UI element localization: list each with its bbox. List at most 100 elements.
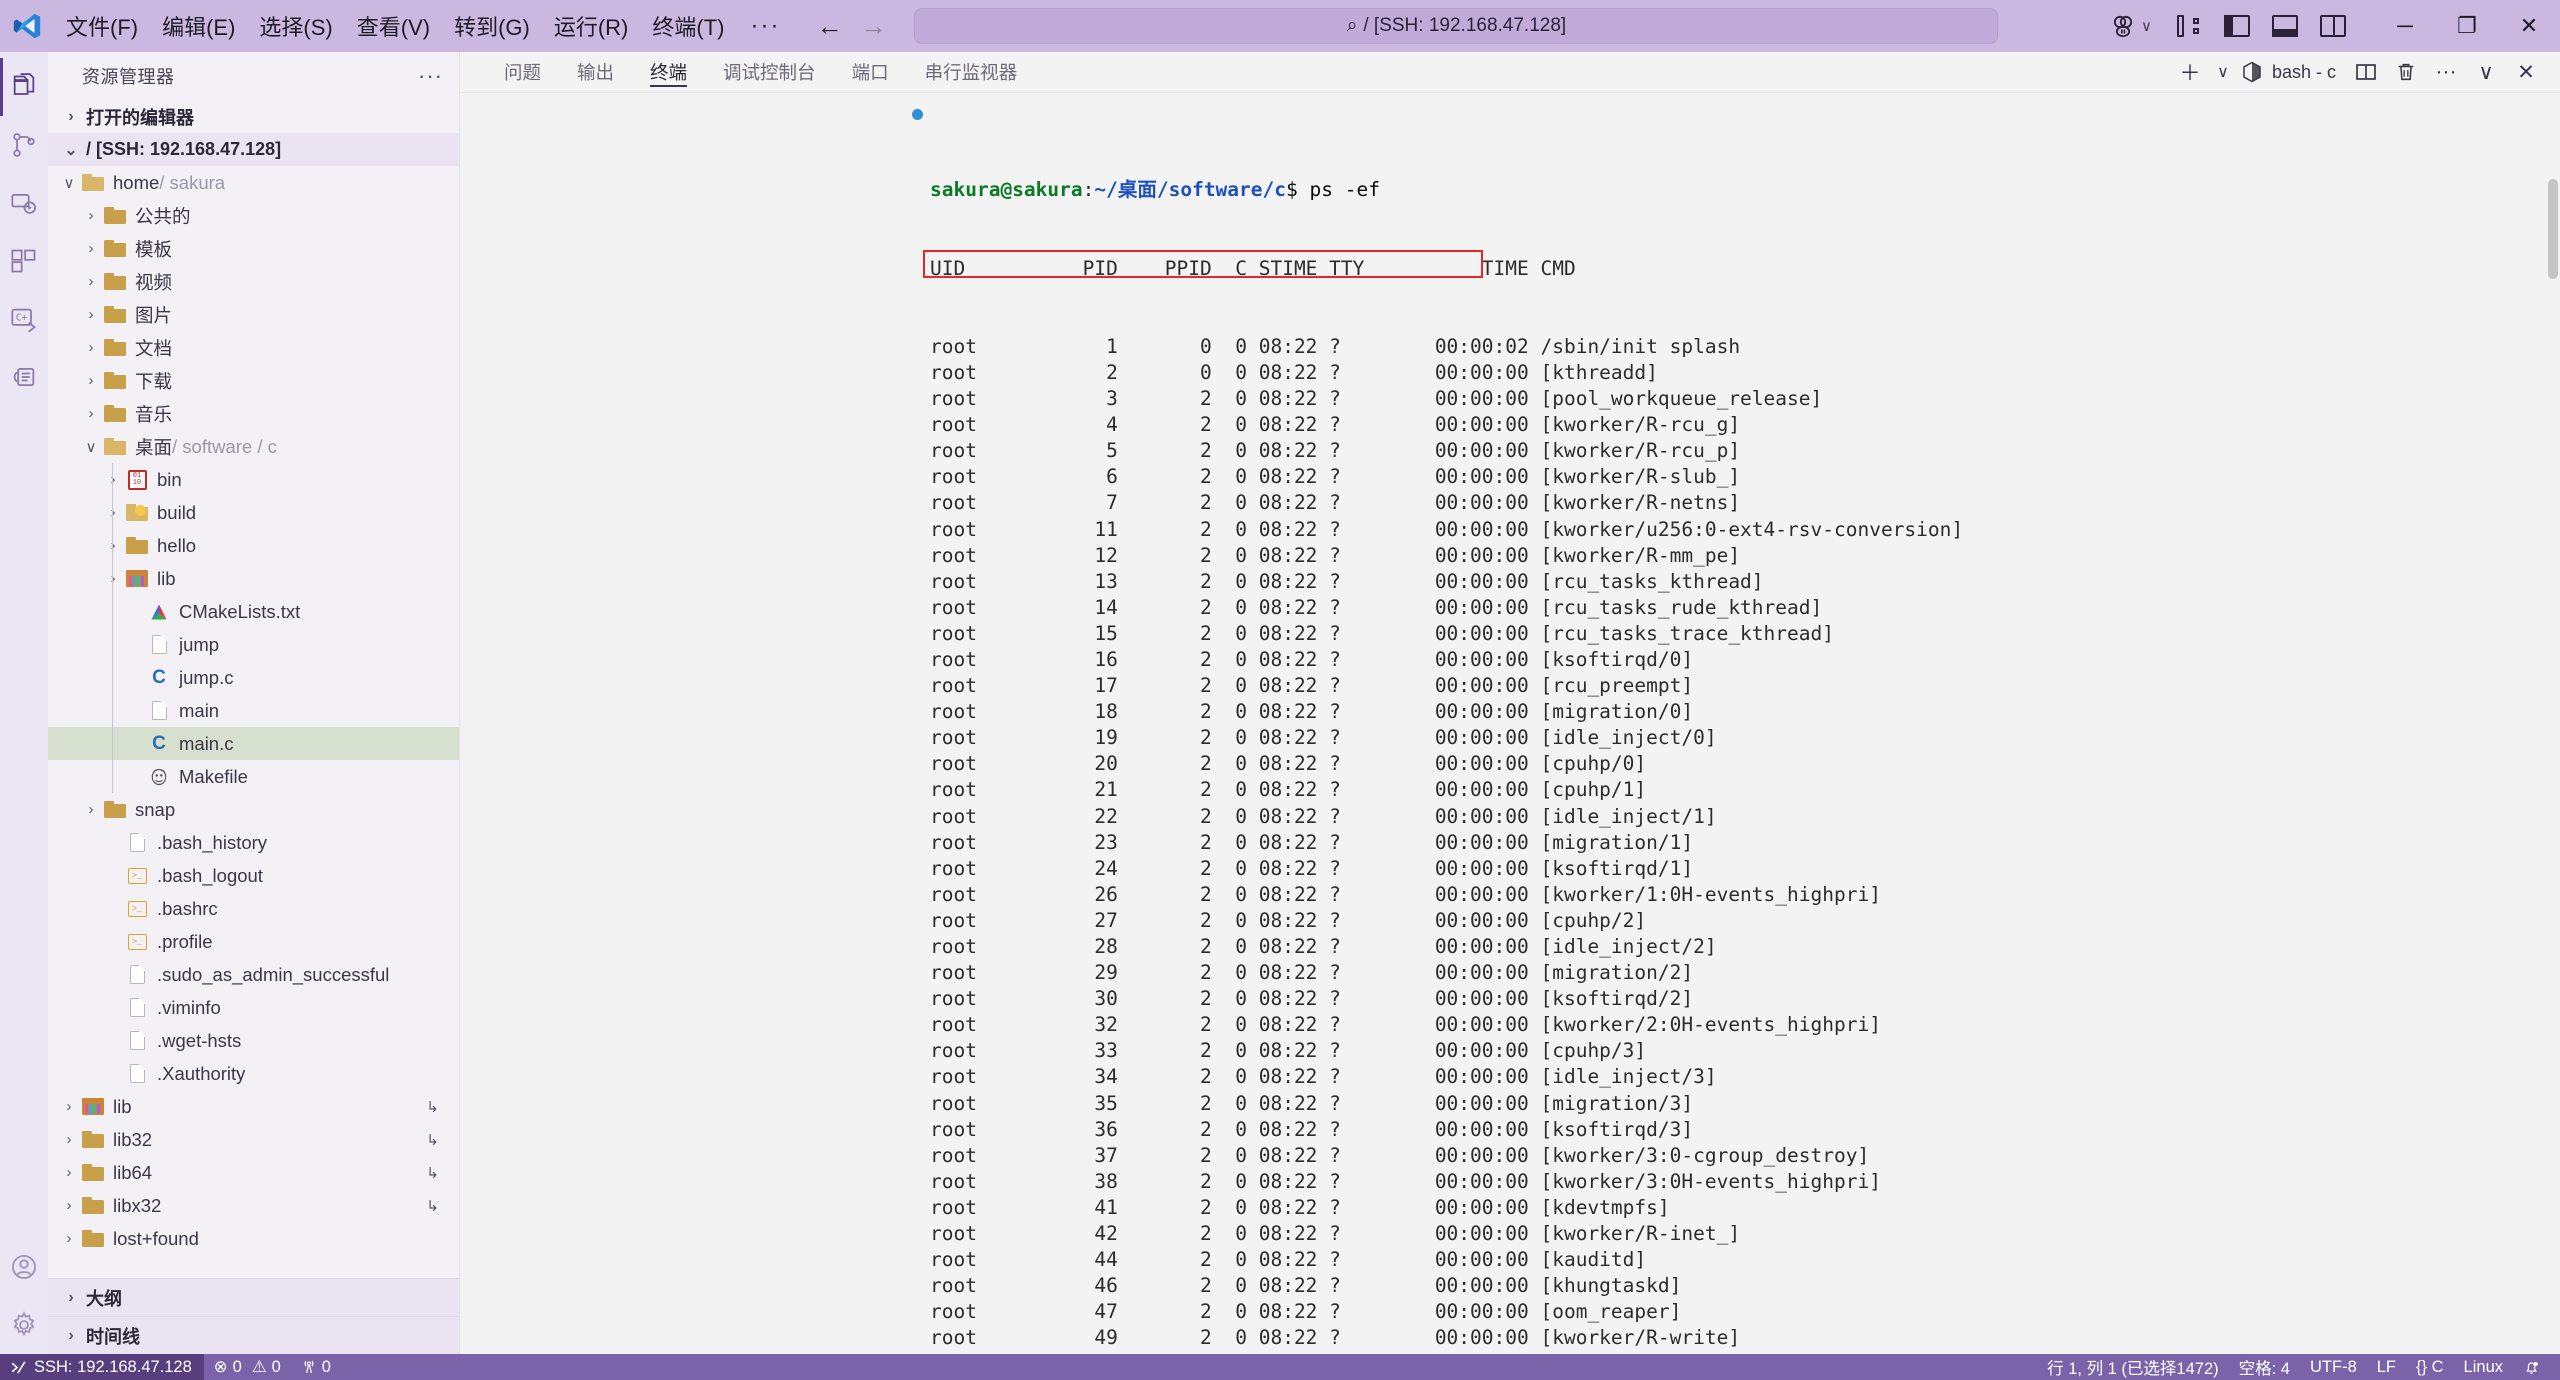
chevron-right-icon[interactable]: › <box>80 306 102 323</box>
chevron-right-icon[interactable]: › <box>102 537 124 554</box>
go-back-icon[interactable]: ← <box>810 7 848 45</box>
chevron-right-icon[interactable]: › <box>102 504 124 521</box>
statusbar-platform[interactable]: Linux <box>2454 1354 2513 1380</box>
chevron-right-icon[interactable]: › <box>58 1131 80 1148</box>
panel-tab-debug-console[interactable]: 调试控制台 <box>705 52 834 92</box>
activitybar-explorer[interactable] <box>0 58 48 116</box>
tree-item-makefile[interactable]: Makefile <box>48 760 459 793</box>
chevron-right-icon[interactable]: › <box>102 471 124 488</box>
kill-terminal-button[interactable] <box>2386 52 2426 92</box>
tree-item-bashrc[interactable]: >_ .bashrc <box>48 892 459 925</box>
statusbar-radio-tower[interactable]: 0 <box>291 1354 341 1380</box>
panel-tab-ports[interactable]: 端口 <box>834 52 907 92</box>
chevron-down-icon[interactable]: ∨ <box>80 438 102 456</box>
chevron-right-icon[interactable]: › <box>80 273 102 290</box>
activitybar-cpp-tools[interactable]: C+ <box>0 290 48 348</box>
tree-item-wget-hsts[interactable]: .wget-hsts <box>48 1024 459 1057</box>
statusbar-remote-indicator[interactable]: SSH: 192.168.47.128 <box>0 1354 204 1380</box>
tree-item-libx32[interactable]: › libx32 ↳ <box>48 1189 459 1222</box>
tree-item-lib-inner[interactable]: › lib <box>48 562 459 595</box>
statusbar-language-mode[interactable]: {} C <box>2406 1354 2454 1380</box>
tree-item-jump-c[interactable]: Cjump.c <box>48 661 459 694</box>
tree-item-public[interactable]: › 公共的 <box>48 199 459 232</box>
panel-tab-serial-monitor[interactable]: 串行监视器 <box>907 52 1036 92</box>
activitybar-extensions[interactable] <box>0 232 48 290</box>
terminal-scrollbar-thumb[interactable] <box>2548 179 2558 279</box>
tree-item-bash-history[interactable]: .bash_history <box>48 826 459 859</box>
tree-item-desktop-software-c[interactable]: ∨ 桌面 / software / c <box>48 430 459 463</box>
toggle-primary-sidebar-icon[interactable] <box>2224 15 2250 37</box>
tree-item-jump[interactable]: jump <box>48 628 459 661</box>
chevron-right-icon[interactable]: › <box>80 207 102 224</box>
tree-item-pictures[interactable]: › 图片 <box>48 298 459 331</box>
statusbar-eol[interactable]: LF <box>2367 1354 2406 1380</box>
toggle-secondary-sidebar-icon[interactable] <box>2320 15 2346 37</box>
minimize-button[interactable]: ─ <box>2374 0 2436 52</box>
panel-more-actions-button[interactable]: ··· <box>2426 52 2466 92</box>
menu-edit[interactable]: 编辑(E) <box>150 0 247 52</box>
sidebar-section-outline[interactable]: › 大纲 <box>48 1278 459 1316</box>
sidebar-section-timeline[interactable]: › 时间线 <box>48 1316 459 1354</box>
statusbar-notifications[interactable] <box>2513 1354 2550 1380</box>
activitybar-run-debug[interactable] <box>0 174 48 232</box>
panel-tab-output[interactable]: 输出 <box>559 52 632 92</box>
tree-item-main-c[interactable]: Cmain.c <box>48 727 459 760</box>
chevron-right-icon[interactable]: › <box>58 1164 80 1181</box>
chevron-down-icon[interactable]: ∨ <box>58 174 80 192</box>
split-terminal-button[interactable] <box>2346 52 2386 92</box>
activitybar-settings[interactable] <box>0 1296 48 1354</box>
chevron-right-icon[interactable]: › <box>58 1098 80 1115</box>
chevron-right-icon[interactable]: › <box>80 405 102 422</box>
terminal-output[interactable]: sakura@sakura:~/桌面/software/c$ ps -ef UI… <box>460 93 2560 1354</box>
activitybar-accounts[interactable] <box>0 1238 48 1296</box>
tree-item-hello[interactable]: › hello <box>48 529 459 562</box>
new-terminal-button[interactable]: ＋ <box>2170 52 2210 92</box>
new-terminal-dropdown-icon[interactable]: ∨ <box>2210 52 2236 92</box>
panel-tab-problems[interactable]: 问题 <box>486 52 559 92</box>
sidebar-section-open-editors[interactable]: › 打开的编辑器 <box>48 100 459 133</box>
tree-item-home-sakura[interactable]: ∨ home / sakura <box>48 166 459 199</box>
tree-item-templates[interactable]: › 模板 <box>48 232 459 265</box>
chevron-right-icon[interactable]: › <box>58 1197 80 1214</box>
tree-item-lib32[interactable]: › lib32 ↳ <box>48 1123 459 1156</box>
tree-item-main[interactable]: main <box>48 694 459 727</box>
menu-file[interactable]: 文件(F) <box>54 0 150 52</box>
go-forward-icon[interactable]: → <box>854 7 892 45</box>
customize-layout-icon[interactable] <box>2176 15 2202 37</box>
tree-item-lib64[interactable]: › lib64 ↳ <box>48 1156 459 1189</box>
chevron-right-icon[interactable]: › <box>80 372 102 389</box>
terminal-tab-bash[interactable]: bash - c <box>2236 60 2346 84</box>
chevron-right-icon[interactable]: › <box>58 1230 80 1247</box>
panel-tab-terminal[interactable]: 终端 <box>632 52 705 92</box>
chevron-right-icon[interactable]: › <box>80 240 102 257</box>
panel-collapse-button[interactable]: ∨ <box>2466 52 2506 92</box>
tree-item-documents[interactable]: › 文档 <box>48 331 459 364</box>
remote-window-button[interactable]: ∨ <box>2111 14 2152 38</box>
tree-item-sudo-as-admin[interactable]: .sudo_as_admin_successful <box>48 958 459 991</box>
menu-more-button[interactable]: ··· <box>736 0 794 52</box>
tree-item-videos[interactable]: › 视频 <box>48 265 459 298</box>
command-center[interactable]: ⌕ / [SSH: 192.168.47.128] <box>914 8 1999 44</box>
sidebar-more-actions-button[interactable]: ··· <box>418 63 443 89</box>
sidebar-section-workspace[interactable]: ⌄ / [SSH: 192.168.47.128] <box>48 133 459 166</box>
chevron-right-icon[interactable]: › <box>80 339 102 356</box>
tree-item-profile[interactable]: >_ .profile <box>48 925 459 958</box>
tree-item-snap[interactable]: › snap <box>48 793 459 826</box>
menu-run[interactable]: 运行(R) <box>542 0 641 52</box>
chevron-right-icon[interactable]: › <box>102 570 124 587</box>
tree-item-bash-logout[interactable]: >_ .bash_logout <box>48 859 459 892</box>
statusbar-encoding[interactable]: UTF-8 <box>2300 1354 2367 1380</box>
maximize-button[interactable]: ❐ <box>2436 0 2498 52</box>
tree-item-viminfo[interactable]: .viminfo <box>48 991 459 1024</box>
tree-item-cmakelists[interactable]: CMakeLists.txt <box>48 595 459 628</box>
tree-item-lib[interactable]: › lib ↳ <box>48 1090 459 1123</box>
statusbar-indentation[interactable]: 空格: 4 <box>2229 1354 2300 1380</box>
activitybar-remote-explorer[interactable] <box>0 348 48 406</box>
statusbar-cursor-position[interactable]: 行 1, 列 1 (已选择1472) <box>2037 1354 2228 1380</box>
activitybar-scm[interactable] <box>0 116 48 174</box>
terminal-scrollbar[interactable] <box>2546 93 2560 1354</box>
panel-close-button[interactable]: ✕ <box>2506 52 2546 92</box>
statusbar-problems[interactable]: ⊗ 0 ⚠ 0 <box>204 1354 291 1380</box>
tree-item-music[interactable]: › 音乐 <box>48 397 459 430</box>
menu-terminal[interactable]: 终端(T) <box>640 0 736 52</box>
